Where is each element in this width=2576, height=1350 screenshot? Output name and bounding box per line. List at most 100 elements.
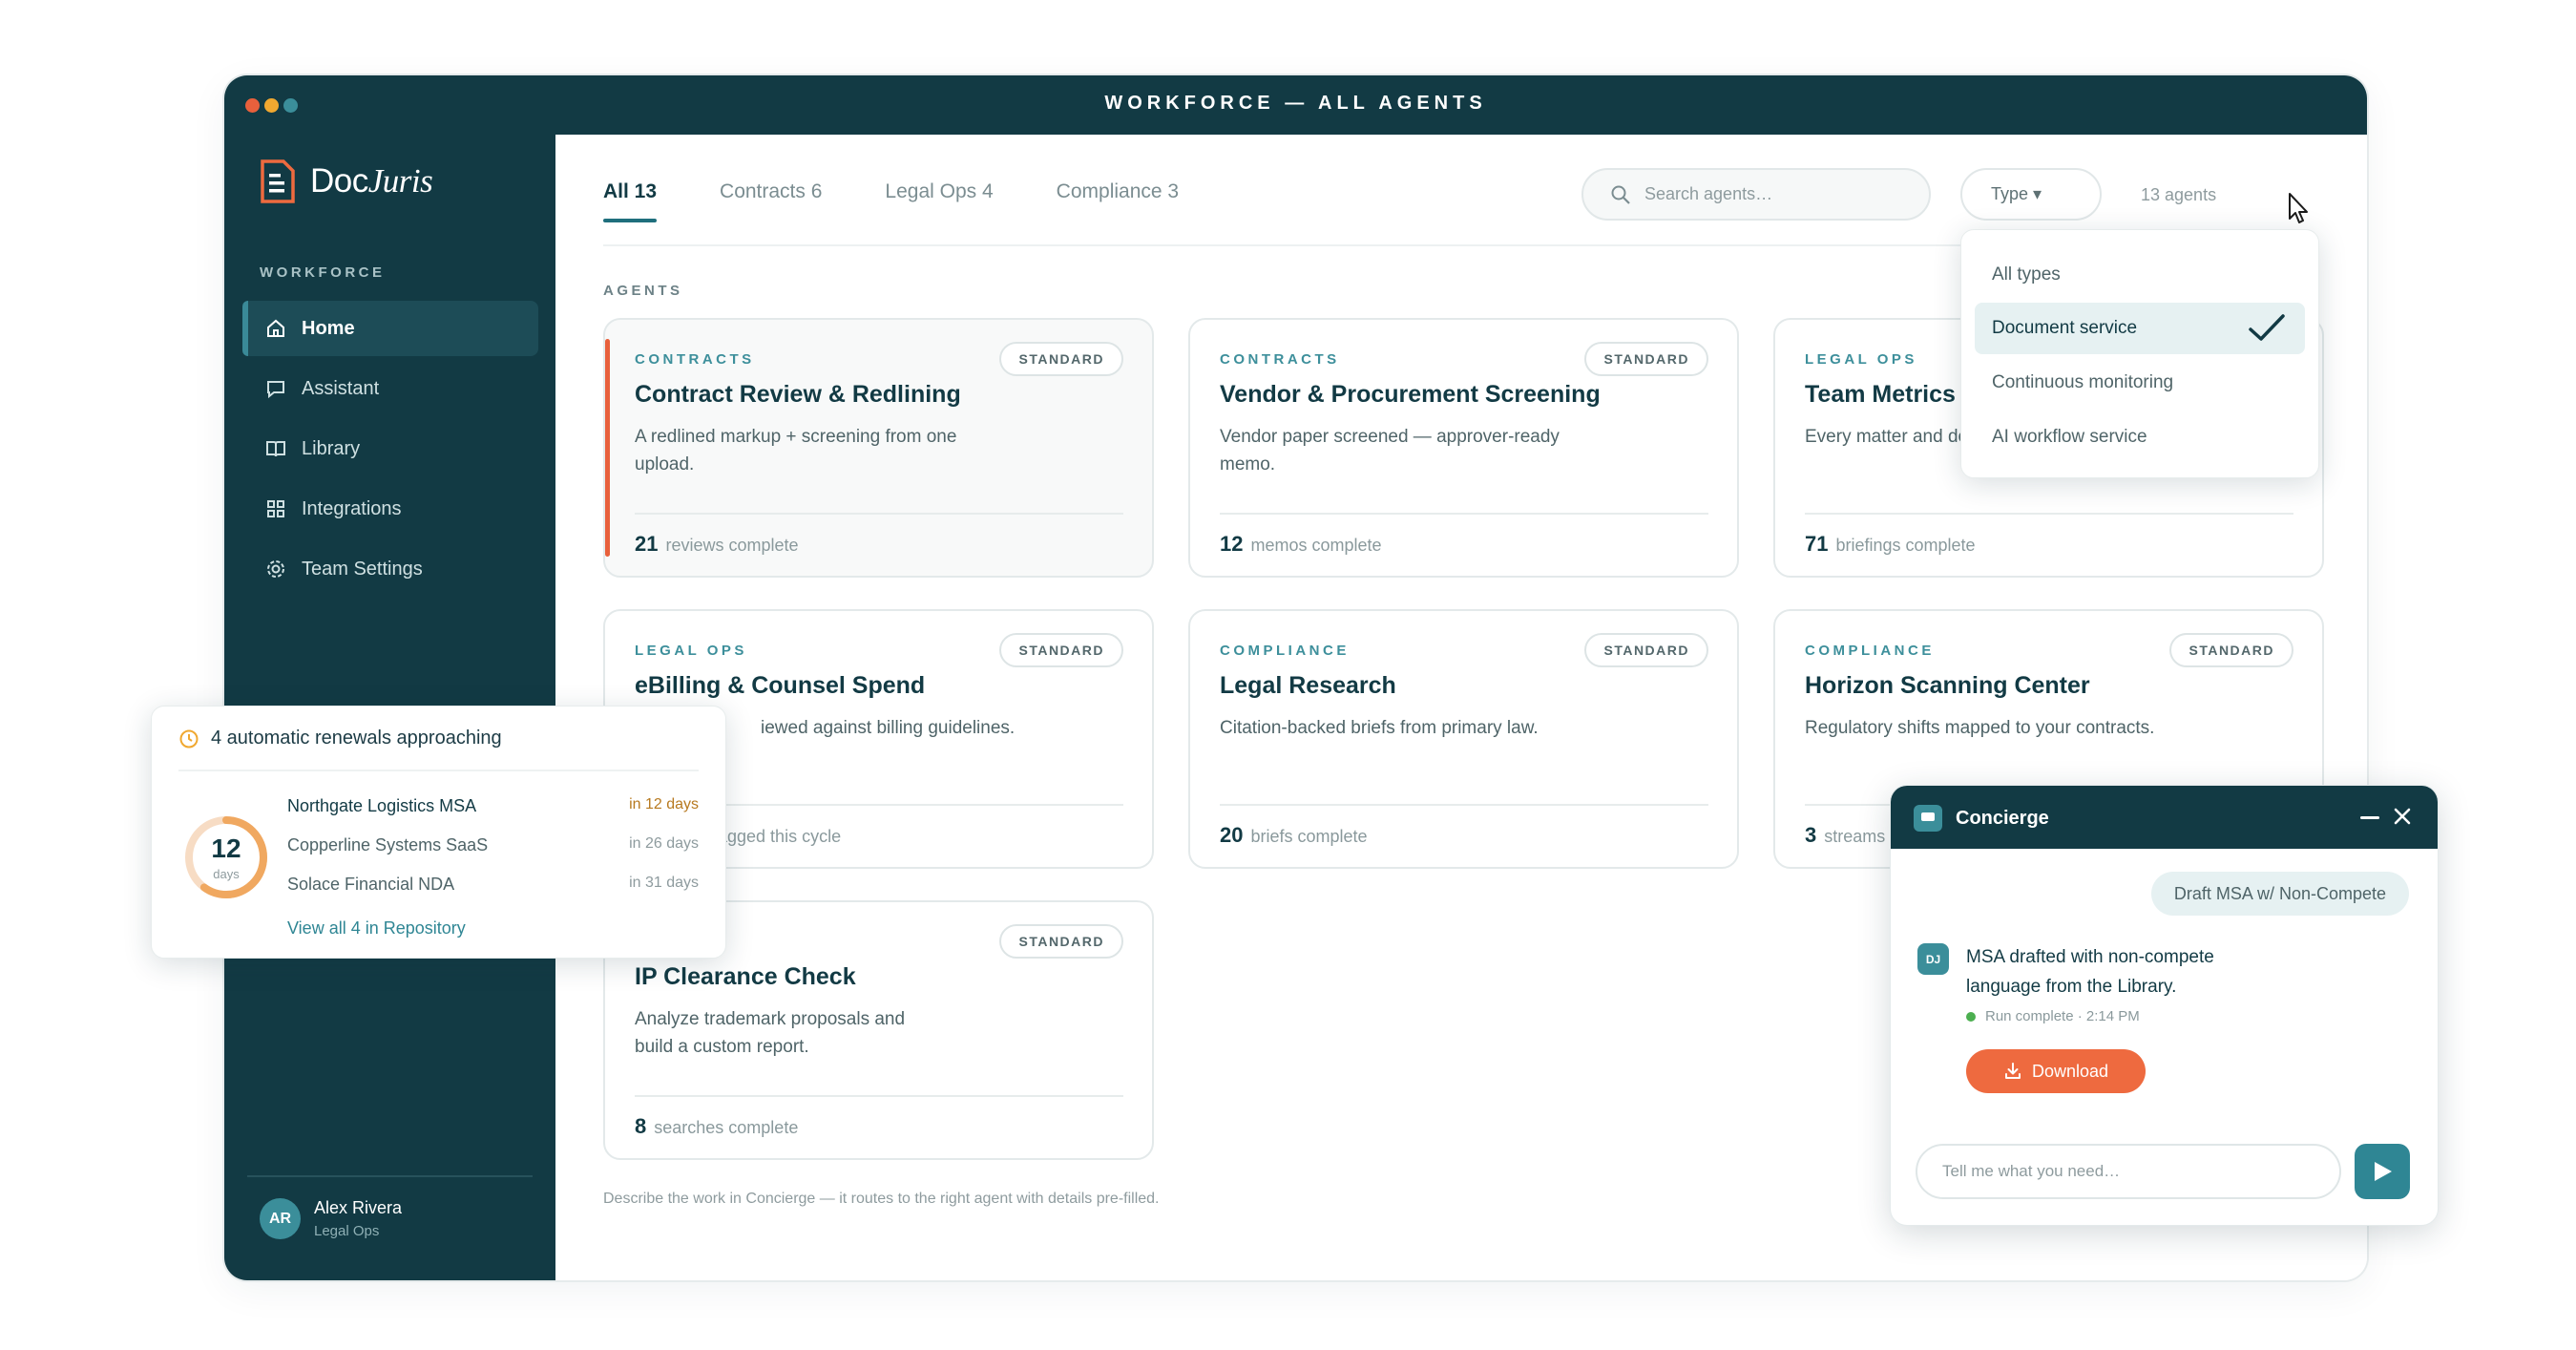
concierge-header: Concierge — [1891, 786, 2438, 849]
countdown-unit: days — [213, 867, 240, 881]
grid-icon — [267, 500, 284, 517]
card-category: COMPLIANCE — [1805, 643, 1935, 659]
run-status: Run complete · 2:14 PM — [1966, 1008, 2140, 1024]
dropdown-option-continuous-monitoring[interactable]: Continuous monitoring — [1975, 357, 2305, 409]
send-button[interactable] — [2355, 1144, 2410, 1199]
card-category: CONTRACTS — [1220, 351, 1340, 368]
card-stat: 12 memos complete — [1220, 532, 1382, 557]
renewal-due: in 31 days — [629, 875, 699, 891]
agent-card-contract-review[interactable]: CONTRACTS STANDARD Contract Review & Red… — [603, 318, 1154, 578]
close-icon[interactable] — [2393, 807, 2412, 826]
card-title: Team Metrics — [1805, 381, 1956, 408]
concierge-title: Concierge — [1956, 808, 2049, 829]
download-button[interactable]: Download — [1966, 1049, 2146, 1093]
type-dropdown-menu: All types Document service Continuous mo… — [1960, 229, 2319, 478]
brand-logo[interactable]: DocJuris — [259, 159, 433, 203]
book-icon — [266, 441, 285, 457]
card-title: Contract Review & Redlining — [635, 381, 961, 408]
renewal-name: Copperline Systems SaaS — [287, 835, 489, 854]
card-divider — [1220, 513, 1708, 515]
card-category: CONTRACTS — [635, 351, 755, 368]
card-description: Citation-backed briefs from primary law. — [1220, 718, 1539, 738]
window-title: WORKFORCE — ALL AGENTS — [1104, 93, 1487, 114]
card-stat: 20 briefs complete — [1220, 823, 1368, 848]
renewals-title: 4 automatic renewals approaching — [211, 728, 502, 749]
user-role: Legal Ops — [314, 1223, 380, 1239]
card-category: LEGAL OPS — [1805, 351, 1917, 368]
sidebar-section-label: WORKFORCE — [260, 264, 386, 281]
user-name: Alex Rivera — [314, 1198, 403, 1217]
card-stat-label: searches complete — [654, 1118, 799, 1137]
card-stat: 3 streams — [1805, 823, 1885, 848]
card-divider — [635, 513, 1123, 515]
sidebar-item-integrations[interactable]: Integrations — [242, 481, 538, 537]
card-description: Regulatory shifts mapped to your contrac… — [1805, 718, 2155, 738]
title-bar: WORKFORCE — ALL AGENTS — [224, 75, 2367, 135]
card-category: COMPLIANCE — [1220, 643, 1350, 659]
tab-compliance[interactable]: Compliance 3 — [1057, 180, 1179, 219]
card-stat-label: briefs complete — [1250, 827, 1368, 846]
renewal-item[interactable]: Solace Financial NDA in 31 days — [287, 875, 699, 895]
user-profile[interactable]: AR Alex Rivera Legal Ops — [260, 1198, 402, 1239]
countdown-value: 12 — [211, 833, 241, 863]
card-category: LEGAL OPS — [635, 643, 747, 659]
card-description: Analyze trademark proposals and build a … — [635, 1009, 906, 1057]
bot-avatar: DJ — [1917, 943, 1949, 975]
concierge-hint: Describe the work in Concierge — it rout… — [603, 1191, 1160, 1207]
card-title: eBilling & Counsel Spend — [635, 672, 926, 699]
document-logo-icon — [261, 159, 295, 203]
card-description: Vendor paper screened — approver-ready m… — [1220, 427, 1560, 475]
agent-card-legal-research[interactable]: COMPLIANCE STANDARD Legal Research Citat… — [1188, 609, 1739, 869]
type-filter-button[interactable]: Type ▾ — [1960, 168, 2102, 221]
sidebar-item-label: Team Settings — [302, 558, 423, 580]
download-label: Download — [2031, 1061, 2109, 1081]
renewals-popup: 4 automatic renewals approaching 12 days… — [151, 706, 726, 959]
tab-contracts[interactable]: Contracts 6 — [720, 180, 822, 219]
dropdown-option-all-types[interactable]: All types — [1975, 249, 2305, 301]
tab-legal-ops[interactable]: Legal Ops 4 — [885, 180, 993, 219]
home-icon — [267, 319, 284, 337]
renewal-item[interactable]: Northgate Logistics MSA in 12 days — [287, 796, 699, 816]
sidebar-item-assistant[interactable]: Assistant — [242, 361, 538, 416]
minimize-icon[interactable] — [2360, 816, 2379, 819]
mouse-cursor-icon — [2289, 193, 2308, 223]
checkmark-icon — [2249, 314, 2285, 341]
card-stat: agged this cycle — [710, 823, 841, 848]
status-badge: STANDARD — [999, 924, 1123, 959]
concierge-chat-panel: Concierge Draft MSA w/ Non-Compete DJ MS… — [1890, 785, 2439, 1226]
card-stat-number: 21 — [635, 532, 659, 556]
sidebar-item-team-settings[interactable]: Team Settings — [242, 541, 538, 597]
sidebar-item-home[interactable]: Home — [242, 301, 538, 356]
renewal-item[interactable]: Copperline Systems SaaS in 26 days — [287, 835, 699, 855]
card-stat-number: 3 — [1805, 823, 1817, 847]
card-stat-label: briefings complete — [1835, 536, 1976, 555]
renewal-name: Solace Financial NDA — [287, 875, 455, 894]
renewal-name: Northgate Logistics MSA — [287, 796, 477, 815]
search-input[interactable]: Search agents… — [1581, 168, 1931, 221]
dropdown-option-ai-workflow-service[interactable]: AI workflow service — [1975, 411, 2305, 463]
status-badge: STANDARD — [999, 633, 1123, 667]
clock-icon — [179, 729, 199, 748]
card-stat: 8 searches complete — [635, 1114, 798, 1139]
view-all-renewals-link[interactable]: View all 4 in Repository — [287, 918, 466, 939]
renewals-header: 4 automatic renewals approaching — [178, 728, 502, 749]
dropdown-option-document-service[interactable]: Document service — [1975, 303, 2305, 354]
concierge-message-input[interactable]: Tell me what you need… — [1916, 1144, 2341, 1199]
dropdown-option-label: Document service — [1992, 318, 2138, 338]
card-stat-label: memos complete — [1250, 536, 1382, 555]
card-stat-number: 12 — [1220, 532, 1244, 556]
sidebar-item-label: Assistant — [302, 377, 380, 399]
run-status-text: Run complete · 2:14 PM — [1985, 1008, 2140, 1024]
agents-section-label: AGENTS — [603, 283, 683, 299]
card-description: iewed against billing guidelines. — [761, 718, 1016, 738]
agent-card-vendor-screening[interactable]: CONTRACTS STANDARD Vendor & Procurement … — [1188, 318, 1739, 578]
avatar: AR — [260, 1198, 301, 1239]
card-stat: 71 briefings complete — [1805, 532, 1976, 557]
card-description: A redlined markup + screening from one u… — [635, 427, 957, 475]
tab-all[interactable]: All 13 — [603, 180, 658, 222]
card-title: Vendor & Procurement Screening — [1220, 381, 1601, 408]
brand-name-juris: Juris — [367, 162, 433, 200]
card-stat-label: streams — [1824, 827, 1886, 846]
sidebar-item-library[interactable]: Library — [242, 421, 538, 476]
download-icon — [2004, 1063, 2021, 1079]
